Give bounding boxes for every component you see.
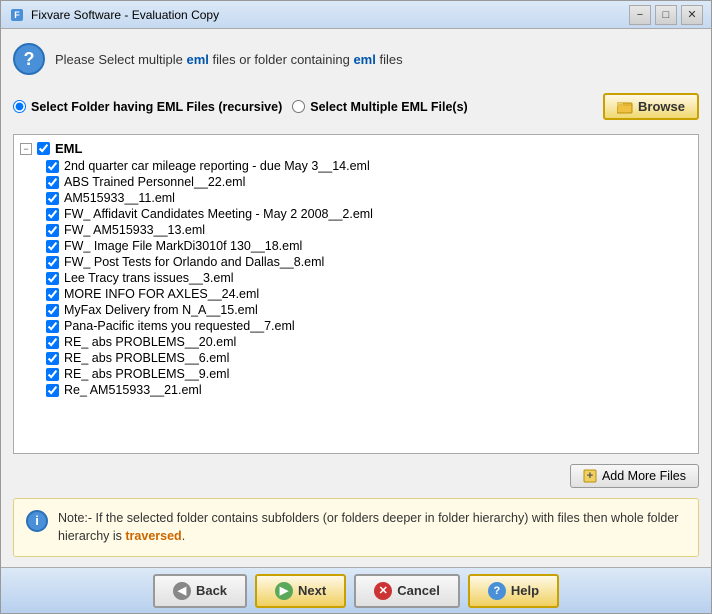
file-tree: − EML 2nd quarter car mileage reporting … — [14, 135, 698, 402]
file-checkbox[interactable] — [46, 192, 59, 205]
file-checkbox[interactable] — [46, 336, 59, 349]
app-icon: F — [9, 7, 25, 23]
back-label: Back — [196, 583, 227, 598]
maximize-button[interactable]: □ — [655, 5, 677, 25]
file-name: Lee Tracy trans issues__3.eml — [64, 271, 234, 285]
help-icon: ? — [488, 582, 506, 600]
next-icon: ▶ — [275, 582, 293, 600]
file-name: RE_ abs PROBLEMS__9.eml — [64, 367, 229, 381]
file-checkbox[interactable] — [46, 224, 59, 237]
list-item: RE_ abs PROBLEMS__9.eml — [14, 366, 698, 382]
file-name: MyFax Delivery from N_A__15.eml — [64, 303, 258, 317]
file-checkbox[interactable] — [46, 272, 59, 285]
note-suffix: . — [182, 529, 185, 543]
file-list-container[interactable]: − EML 2nd quarter car mileage reporting … — [13, 134, 699, 454]
file-checkbox[interactable] — [46, 320, 59, 333]
file-name: Pana-Pacific items you requested__7.eml — [64, 319, 295, 333]
cancel-label: Cancel — [397, 583, 440, 598]
file-checkbox[interactable] — [46, 160, 59, 173]
list-item: RE_ abs PROBLEMS__6.eml — [14, 350, 698, 366]
file-items-list: 2nd quarter car mileage reporting - due … — [14, 158, 698, 398]
root-checkbox[interactable] — [37, 142, 50, 155]
next-label: Next — [298, 583, 326, 598]
file-name: RE_ abs PROBLEMS__20.eml — [64, 335, 236, 349]
next-button[interactable]: ▶ Next — [255, 574, 346, 608]
file-checkbox[interactable] — [46, 176, 59, 189]
note-highlight: traversed — [125, 529, 181, 543]
file-name: Re_ AM515933__21.eml — [64, 383, 202, 397]
radio-files-label: Select Multiple EML File(s) — [310, 100, 467, 114]
list-item: AM515933__11.eml — [14, 190, 698, 206]
file-name: FW_ AM515933__13.eml — [64, 223, 205, 237]
list-item: MORE INFO FOR AXLES__24.eml — [14, 286, 698, 302]
window-controls: − □ ✕ — [629, 5, 703, 25]
file-checkbox[interactable] — [46, 256, 59, 269]
list-item: Re_ AM515933__21.eml — [14, 382, 698, 398]
back-icon: ◀ — [173, 582, 191, 600]
note-info-icon: i — [26, 510, 48, 532]
svg-text:F: F — [14, 10, 20, 20]
minimize-button[interactable]: − — [629, 5, 651, 25]
file-name: AM515933__11.eml — [64, 191, 175, 205]
titlebar: F Fixvare Software - Evaluation Copy − □… — [1, 1, 711, 29]
list-item: MyFax Delivery from N_A__15.eml — [14, 302, 698, 318]
svg-text:+: + — [587, 470, 593, 482]
list-item: RE_ abs PROBLEMS__20.eml — [14, 334, 698, 350]
options-row: Select Folder having EML Files (recursiv… — [13, 87, 699, 126]
cancel-button[interactable]: ✕ Cancel — [354, 574, 460, 608]
add-icon: + — [583, 469, 597, 483]
cancel-icon: ✕ — [374, 582, 392, 600]
radio-folder-input[interactable] — [13, 100, 26, 113]
file-checkbox[interactable] — [46, 352, 59, 365]
radio-files-option[interactable]: Select Multiple EML File(s) — [292, 100, 467, 114]
main-content: ? Please Select multiple eml files or fo… — [1, 29, 711, 567]
add-more-row: + Add More Files — [13, 462, 699, 490]
radio-folder-label: Select Folder having EML Files (recursiv… — [31, 100, 282, 114]
file-checkbox[interactable] — [46, 304, 59, 317]
list-item: FW_ Post Tests for Orlando and Dallas__8… — [14, 254, 698, 270]
window-title: Fixvare Software - Evaluation Copy — [31, 8, 629, 22]
file-name: RE_ abs PROBLEMS__6.eml — [64, 351, 229, 365]
file-checkbox[interactable] — [46, 288, 59, 301]
list-item: 2nd quarter car mileage reporting - due … — [14, 158, 698, 174]
file-checkbox[interactable] — [46, 384, 59, 397]
close-button[interactable]: ✕ — [681, 5, 703, 25]
file-name: 2nd quarter car mileage reporting - due … — [64, 159, 370, 173]
root-folder-label: EML — [55, 141, 82, 156]
info-circle-icon: ? — [13, 43, 45, 75]
folder-icon — [617, 100, 633, 114]
file-name: FW_ Post Tests for Orlando and Dallas__8… — [64, 255, 324, 269]
list-item: FW_ Image File MarkDi3010f 130__18.eml — [14, 238, 698, 254]
add-more-files-button[interactable]: + Add More Files — [570, 464, 699, 488]
note-box: i Note:- If the selected folder contains… — [13, 498, 699, 558]
back-button[interactable]: ◀ Back — [153, 574, 247, 608]
header-row: ? Please Select multiple eml files or fo… — [13, 39, 699, 79]
main-window: F Fixvare Software - Evaluation Copy − □… — [0, 0, 712, 614]
list-item: ABS Trained Personnel__22.eml — [14, 174, 698, 190]
file-checkbox[interactable] — [46, 208, 59, 221]
list-item: Lee Tracy trans issues__3.eml — [14, 270, 698, 286]
add-more-label: Add More Files — [602, 469, 686, 483]
browse-button[interactable]: Browse — [603, 93, 699, 120]
list-item: Pana-Pacific items you requested__7.eml — [14, 318, 698, 334]
tree-expand-button[interactable]: − — [20, 143, 32, 155]
file-checkbox[interactable] — [46, 368, 59, 381]
note-text: Note:- If the selected folder contains s… — [58, 509, 686, 547]
list-item: FW_ AM515933__13.eml — [14, 222, 698, 238]
tree-root-row: − EML — [14, 139, 698, 158]
radio-files-input[interactable] — [292, 100, 305, 113]
header-message: Please Select multiple eml files or fold… — [55, 52, 403, 67]
radio-folder-option[interactable]: Select Folder having EML Files (recursiv… — [13, 100, 282, 114]
help-label: Help — [511, 583, 539, 598]
footer: ◀ Back ▶ Next ✕ Cancel ? Help — [1, 567, 711, 613]
file-name: FW_ Affidavit Candidates Meeting - May 2… — [64, 207, 373, 221]
file-name: ABS Trained Personnel__22.eml — [64, 175, 245, 189]
list-item: FW_ Affidavit Candidates Meeting - May 2… — [14, 206, 698, 222]
file-name: MORE INFO FOR AXLES__24.eml — [64, 287, 259, 301]
file-name: FW_ Image File MarkDi3010f 130__18.eml — [64, 239, 302, 253]
file-checkbox[interactable] — [46, 240, 59, 253]
help-button[interactable]: ? Help — [468, 574, 559, 608]
